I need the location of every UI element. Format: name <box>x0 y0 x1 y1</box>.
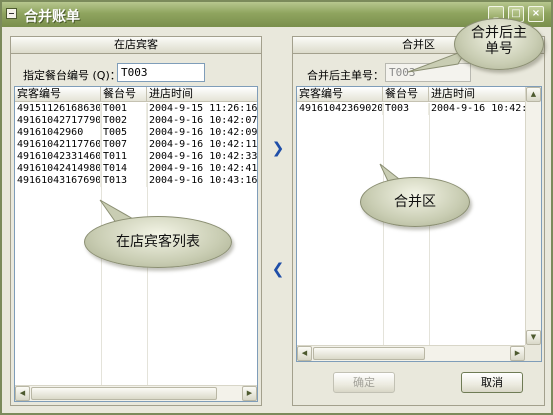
move-to-merge-button[interactable]: ❯ <box>267 137 289 159</box>
table-row[interactable]: 49161042117760 T007 2004-9-16 10:42:11 <box>15 139 258 151</box>
cancel-button[interactable]: 取消 <box>461 372 523 393</box>
cell-checkin-time: 2004-9-16 10:42:09 <box>149 127 258 138</box>
cell-checkin-time: 2004-9-16 10:42:33 <box>149 151 258 162</box>
column-table-no[interactable]: 餐台号 <box>383 87 429 101</box>
cell-checkin-time: 2004-9-16 10:42:36 <box>431 103 527 115</box>
scroll-left-button[interactable]: ◀ <box>297 346 312 361</box>
cell-guest-id: 49161042717790 <box>17 115 101 127</box>
table-row[interactable]: 49161042960 T005 2004-9-16 10:42:09 <box>15 127 258 139</box>
cell-checkin-time: 2004-9-16 10:43:16 <box>149 175 258 186</box>
callout-guest-list: 在店宾客列表 <box>84 216 232 268</box>
column-guest-id[interactable]: 宾客编号 <box>297 87 383 101</box>
cell-table-no: T011 <box>101 151 147 163</box>
table-row[interactable]: 49161042414980 T014 2004-9-16 10:42:41 <box>15 163 258 175</box>
table-row[interactable]: 49151126168630 T001 2004-9-15 11:26:16 <box>15 103 258 115</box>
scroll-left-button[interactable]: ◀ <box>15 386 30 401</box>
table-number-input[interactable]: T003 <box>117 63 205 82</box>
move-back-button[interactable]: ❮ <box>267 258 289 280</box>
system-menu-icon[interactable] <box>6 8 17 19</box>
merge-list-rows: 49161042369020T0032004-9-16 10:42:36 <box>297 103 527 115</box>
scroll-up-button[interactable]: ▲ <box>526 87 541 102</box>
column-table-no[interactable]: 餐台号 <box>101 87 147 101</box>
merge-list-header: 宾客编号 餐台号 进店时间 <box>297 87 527 102</box>
merge-bill-window: 合并账单 _ □ × 在店宾客 指定餐台编号 (Q)： T003 宾客编号 餐台… <box>0 0 553 415</box>
callout-main-bill: 合并后主 单号 <box>454 18 544 70</box>
callout-merge-area: 合并区 <box>360 177 470 227</box>
cell-checkin-time: 2004-9-15 11:26:16 <box>149 103 258 114</box>
scroll-right-button[interactable]: ▶ <box>510 346 525 361</box>
main-bill-label: 合并后主单号： <box>307 69 384 82</box>
window-title: 合并账单 <box>24 9 80 25</box>
cell-guest-id: 49151126168630 <box>17 103 101 115</box>
in-store-guests-header: 在店宾客 <box>11 37 261 54</box>
guest-list-header: 宾客编号 餐台号 进店时间 <box>15 87 257 102</box>
title-bar[interactable]: 合并账单 _ □ × <box>2 2 551 27</box>
vertical-scrollbar[interactable]: ▲ ▼ <box>525 87 541 345</box>
cell-checkin-time: 2004-9-16 10:42:07 <box>149 115 258 126</box>
cell-guest-id: 49161042369020 <box>299 103 383 115</box>
column-checkin-time[interactable]: 进店时间 <box>147 87 257 101</box>
cell-table-no: T002 <box>101 115 147 127</box>
cell-table-no: T001 <box>101 103 147 115</box>
scroll-corner <box>525 345 541 361</box>
cell-table-no: T014 <box>101 163 147 175</box>
close-button[interactable]: × <box>528 6 544 22</box>
guest-list-rows: 49151126168630 T001 2004-9-15 11:26:16 4916… <box>15 103 258 187</box>
cell-guest-id: 49161042331460 <box>17 151 101 163</box>
cell-table-no: T003 <box>383 103 429 115</box>
horizontal-scrollbar[interactable]: ◀ ▶ <box>15 385 257 401</box>
cell-guest-id: 49161043167690 <box>17 175 101 187</box>
scroll-down-button[interactable]: ▼ <box>526 330 541 345</box>
table-number-label: 指定餐台编号 (Q)： <box>23 69 121 82</box>
table-row[interactable]: 49161042331460 T011 2004-9-16 10:42:33 <box>15 151 258 163</box>
scroll-right-button[interactable]: ▶ <box>242 386 257 401</box>
cell-table-no: T007 <box>101 139 147 151</box>
table-row[interactable]: 49161042369020T0032004-9-16 10:42:36 <box>297 103 527 115</box>
column-guest-id[interactable]: 宾客编号 <box>15 87 101 101</box>
scroll-thumb[interactable] <box>313 347 425 360</box>
cell-table-no: T013 <box>101 175 147 187</box>
cell-guest-id: 49161042960 <box>15 127 101 139</box>
table-row[interactable]: 49161043167690 T013 2004-9-16 10:43:16 <box>15 175 258 187</box>
column-checkin-time[interactable]: 进店时间 <box>429 87 527 101</box>
confirm-button[interactable]: 确定 <box>333 372 395 393</box>
horizontal-scrollbar[interactable]: ◀ ▶ <box>297 345 525 361</box>
cell-guest-id: 49161042117760 <box>17 139 101 151</box>
scroll-thumb[interactable] <box>31 387 217 400</box>
cell-table-no: T005 <box>101 127 147 139</box>
table-row[interactable]: 49161042717790 T002 2004-9-16 10:42:07 <box>15 115 258 127</box>
cell-checkin-time: 2004-9-16 10:42:11 <box>149 139 258 150</box>
cell-checkin-time: 2004-9-16 10:42:41 <box>149 163 258 174</box>
cell-guest-id: 49161042414980 <box>17 163 101 175</box>
